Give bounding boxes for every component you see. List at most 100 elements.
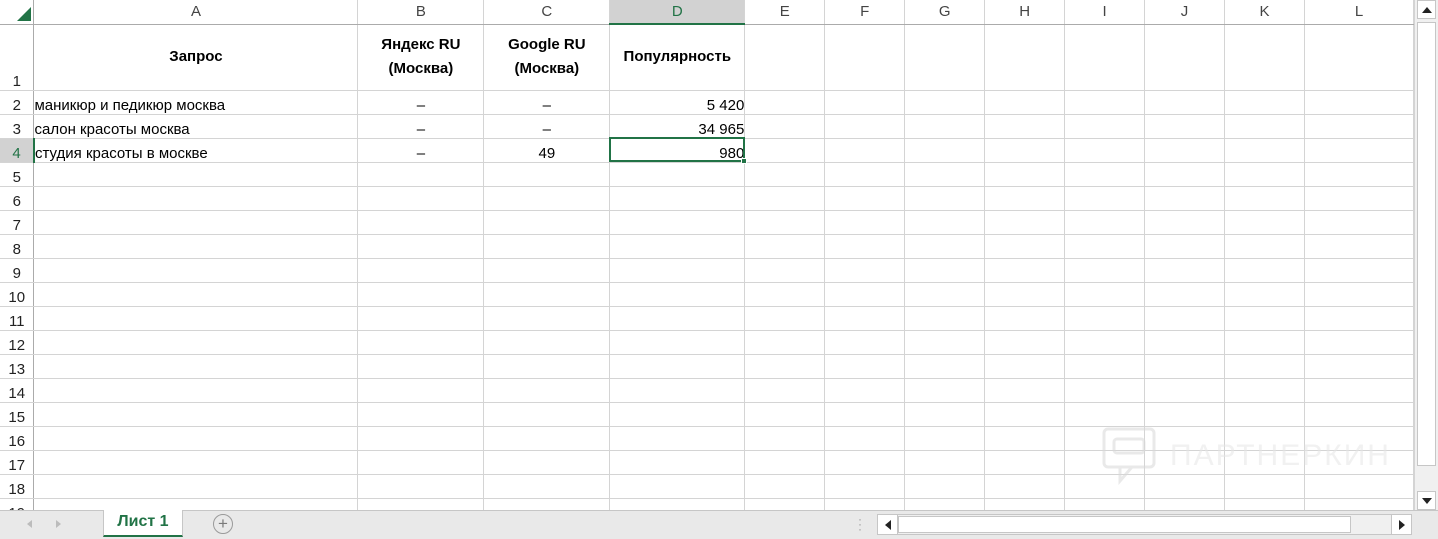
cell-b1[interactable]: Яндекс RU (Москва) xyxy=(357,24,485,91)
cell[interactable] xyxy=(1304,114,1414,139)
cell[interactable] xyxy=(984,354,1066,379)
cell[interactable] xyxy=(33,474,359,499)
cell[interactable] xyxy=(1224,24,1305,91)
cell[interactable] xyxy=(609,234,746,259)
cell[interactable] xyxy=(1064,402,1146,427)
cell[interactable] xyxy=(357,306,485,331)
horizontal-scrollbar[interactable] xyxy=(877,514,1412,535)
cell[interactable] xyxy=(483,354,611,379)
cell[interactable] xyxy=(904,450,986,475)
cell[interactable] xyxy=(1144,258,1226,283)
cell[interactable] xyxy=(33,186,359,211)
cell[interactable] xyxy=(904,162,986,187)
cell[interactable] xyxy=(483,258,611,283)
cell[interactable] xyxy=(904,258,986,283)
cell[interactable] xyxy=(1064,114,1146,139)
cell[interactable] xyxy=(1224,234,1305,259)
cell[interactable] xyxy=(1144,450,1226,475)
cell[interactable] xyxy=(744,186,826,211)
cell[interactable] xyxy=(904,474,986,499)
column-header-b[interactable]: B xyxy=(357,0,485,25)
cell[interactable] xyxy=(1224,282,1305,307)
cell[interactable] xyxy=(824,234,906,259)
cell[interactable] xyxy=(483,378,611,403)
cell[interactable] xyxy=(483,306,611,331)
cell[interactable] xyxy=(1064,474,1146,499)
row-header[interactable]: 13 xyxy=(0,354,35,379)
cell[interactable] xyxy=(1224,90,1305,115)
cell[interactable] xyxy=(744,114,826,139)
cell[interactable] xyxy=(904,426,986,451)
row-header[interactable]: 12 xyxy=(0,330,35,355)
cell[interactable] xyxy=(744,282,826,307)
cell[interactable] xyxy=(984,474,1066,499)
cell[interactable] xyxy=(1144,186,1226,211)
scroll-down-button[interactable] xyxy=(1417,491,1436,510)
cell[interactable] xyxy=(984,330,1066,355)
cell[interactable] xyxy=(357,354,485,379)
cell[interactable] xyxy=(1064,450,1146,475)
cell[interactable] xyxy=(744,90,826,115)
cell-d3[interactable]: 34 965 xyxy=(609,114,746,139)
column-header-j[interactable]: J xyxy=(1144,0,1226,25)
column-header-e[interactable]: E xyxy=(744,0,826,25)
cell[interactable] xyxy=(824,282,906,307)
sheet-tab-active[interactable]: Лист 1 xyxy=(103,510,183,537)
cell[interactable] xyxy=(1064,234,1146,259)
cell[interactable] xyxy=(984,258,1066,283)
cell[interactable] xyxy=(904,210,986,235)
cell-a4[interactable]: студия красоты в москве xyxy=(33,138,359,163)
cell[interactable] xyxy=(357,498,485,510)
cell[interactable] xyxy=(744,378,826,403)
cell-a3[interactable]: салон красоты москва xyxy=(33,114,359,139)
cell[interactable] xyxy=(904,186,986,211)
cell[interactable] xyxy=(904,402,986,427)
cell[interactable] xyxy=(357,210,485,235)
cell[interactable] xyxy=(824,114,906,139)
cell[interactable] xyxy=(1064,378,1146,403)
cell[interactable] xyxy=(1304,378,1414,403)
cell[interactable] xyxy=(904,282,986,307)
cell[interactable] xyxy=(1304,210,1414,235)
cell[interactable] xyxy=(1064,24,1146,91)
cell-d1[interactable]: Популярность xyxy=(609,24,746,91)
column-header-d[interactable]: D xyxy=(609,0,746,25)
cell[interactable] xyxy=(984,426,1066,451)
cell[interactable] xyxy=(824,210,906,235)
cell[interactable] xyxy=(824,498,906,510)
cell[interactable] xyxy=(824,186,906,211)
column-header-k[interactable]: K xyxy=(1224,0,1305,25)
cell[interactable] xyxy=(1144,138,1226,163)
cell[interactable] xyxy=(744,24,826,91)
cell[interactable] xyxy=(824,402,906,427)
cell[interactable] xyxy=(609,426,746,451)
cell[interactable] xyxy=(33,210,359,235)
cell[interactable] xyxy=(1224,210,1305,235)
row-header[interactable]: 9 xyxy=(0,258,35,283)
cell[interactable] xyxy=(904,354,986,379)
cell[interactable] xyxy=(824,450,906,475)
row-header[interactable]: 6 xyxy=(0,186,35,211)
cell[interactable] xyxy=(357,426,485,451)
cell-d2[interactable]: 5 420 xyxy=(609,90,746,115)
row-header[interactable]: 11 xyxy=(0,306,35,331)
cell[interactable] xyxy=(483,186,611,211)
cell[interactable] xyxy=(1144,474,1226,499)
row-header[interactable]: 1 xyxy=(0,24,35,91)
row-header[interactable]: 8 xyxy=(0,234,35,259)
column-header-i[interactable]: I xyxy=(1064,0,1146,25)
cell[interactable] xyxy=(1064,162,1146,187)
cell[interactable] xyxy=(1064,498,1146,510)
cell[interactable] xyxy=(1144,306,1226,331)
cell[interactable] xyxy=(33,402,359,427)
cell[interactable] xyxy=(483,210,611,235)
cell[interactable] xyxy=(1144,114,1226,139)
cell[interactable] xyxy=(357,258,485,283)
cell[interactable] xyxy=(1224,162,1305,187)
cell[interactable] xyxy=(357,474,485,499)
cell-c3[interactable]: – xyxy=(483,114,611,139)
column-header-c[interactable]: C xyxy=(483,0,611,25)
cell[interactable] xyxy=(609,162,746,187)
cell[interactable] xyxy=(744,330,826,355)
tab-split-handle-icon[interactable]: · · · xyxy=(858,513,862,535)
